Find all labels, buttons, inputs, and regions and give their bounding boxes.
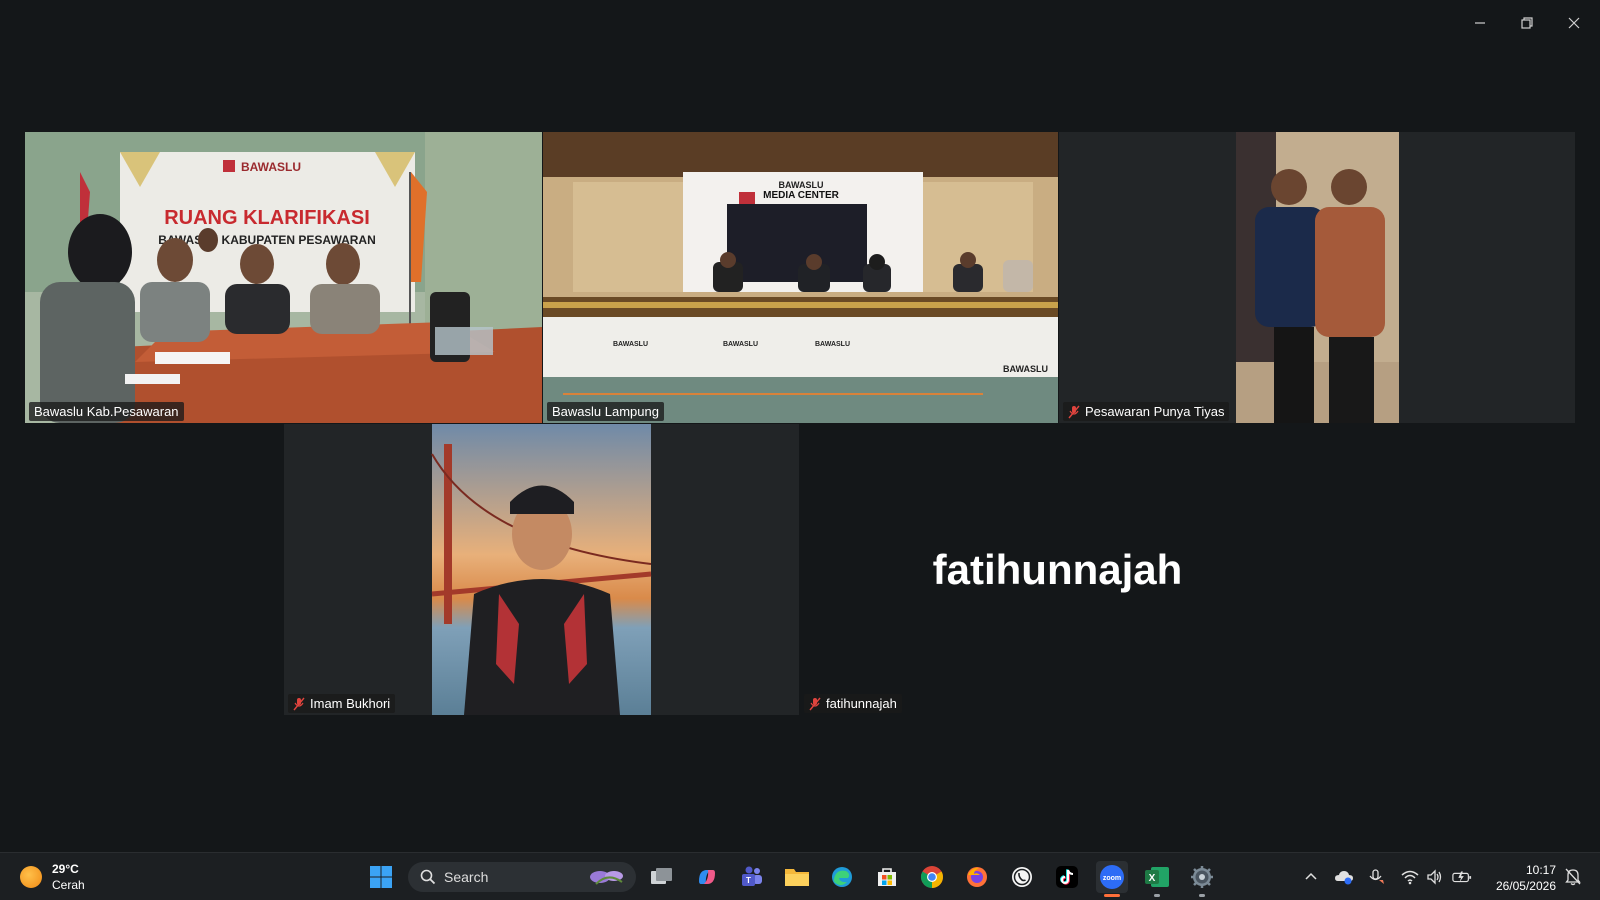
whatsapp-icon (1012, 867, 1032, 887)
taskbar-tiktok[interactable] (1051, 861, 1083, 893)
mic-muted-icon (1068, 405, 1080, 418)
notification-icon (1565, 868, 1581, 886)
search-placeholder: Search (444, 869, 489, 885)
excel-icon: X (1145, 867, 1169, 887)
taskbar-edge[interactable] (826, 861, 858, 893)
taskbar-file-explorer[interactable] (781, 861, 813, 893)
weather-temperature: 29°C (52, 862, 79, 876)
tray-volume[interactable] (1425, 867, 1445, 887)
desk-brand-text: BAWASLU (1003, 364, 1048, 374)
banner-brand: BAWASLU (241, 160, 301, 174)
tiktok-icon (1056, 866, 1078, 888)
taskbar-copilot[interactable] (691, 861, 723, 893)
video-feed (1059, 132, 1575, 423)
weather-widget[interactable]: 29°C Cerah (20, 861, 85, 893)
participant-display-name: fatihunnajah (932, 545, 1183, 593)
running-indicator (1154, 894, 1160, 897)
running-indicator (1199, 894, 1205, 897)
onedrive-icon (1335, 871, 1353, 885)
participant-name-label: fatihunnajah (804, 694, 902, 713)
mic-icon (1369, 869, 1384, 884)
video-tile-imam-bukhori[interactable]: Imam Bukhori (284, 424, 799, 715)
close-icon (1568, 17, 1580, 29)
video-tile-pesawaran-punya-tiyas[interactable]: Pesawaran Punya Tiyas (1059, 132, 1575, 423)
svg-text:zoom: zoom (1103, 875, 1121, 882)
mic-muted-icon (809, 697, 821, 710)
running-indicator (1104, 894, 1120, 897)
chrome-icon (921, 866, 943, 888)
edge-icon (832, 867, 852, 887)
start-button[interactable] (365, 861, 397, 893)
taskbar-clock[interactable]: 10:17 26/05/2026 (1488, 862, 1556, 894)
mic-muted-icon (293, 697, 305, 710)
svg-text:X: X (1149, 873, 1156, 884)
video-feed (284, 424, 799, 715)
taskbar-search[interactable]: Search (408, 862, 636, 892)
taskbar-firefox[interactable] (961, 861, 993, 893)
close-button[interactable] (1556, 10, 1592, 36)
minimize-button[interactable] (1462, 10, 1498, 36)
video-feed: BAWASLU RUANG KLARIFIKASI BAWASLU KABUPA… (25, 132, 542, 423)
svg-text:T: T (746, 876, 751, 885)
tray-wifi[interactable] (1400, 867, 1420, 887)
folder-icon (785, 869, 809, 886)
taskbar-teams[interactable]: T (736, 861, 768, 893)
participant-name-label: Bawaslu Kab.Pesawaran (29, 402, 184, 421)
media-brand: BAWASLU (779, 180, 824, 190)
chevron-up-icon (1305, 872, 1317, 880)
video-feed: BAWASLU MEDIA CENTER BAWASLU BAWASLU BAW… (543, 132, 1058, 423)
search-highlight-icon (590, 871, 623, 885)
taskbar-zoom[interactable]: zoom (1096, 861, 1128, 897)
video-tile-bawaslu-kab-pesawaran[interactable]: BAWASLU RUANG KLARIFIKASI BAWASLU KABUPA… (25, 132, 542, 423)
taskbar-chrome[interactable] (916, 861, 948, 893)
tray-onedrive[interactable] (1334, 867, 1354, 887)
video-tile-fatihunnajah[interactable]: fatihunnajah fatihunnajah (800, 424, 1315, 715)
clock-date: 26/05/2026 (1495, 879, 1556, 893)
tray-notifications[interactable] (1563, 867, 1583, 887)
taskbar-excel[interactable]: X (1141, 861, 1173, 897)
copilot-icon (699, 870, 715, 884)
minimize-icon (1475, 22, 1485, 24)
taskbar-store[interactable] (871, 861, 903, 893)
sun-icon (20, 866, 42, 888)
weather-condition: Cerah (52, 878, 85, 892)
windows-icon (370, 866, 392, 888)
media-center-title: MEDIA CENTER (763, 190, 840, 201)
participant-name-label: Pesawaran Punya Tiyas (1063, 402, 1230, 421)
battery-icon (1452, 871, 1472, 883)
video-tile-bawaslu-lampung[interactable]: BAWASLU MEDIA CENTER BAWASLU BAWASLU BAW… (543, 132, 1058, 423)
tray-battery[interactable] (1452, 867, 1472, 887)
clock-time: 10:17 (1525, 863, 1556, 877)
desk-brand-text: BAWASLU (723, 341, 758, 348)
participant-name-label: Bawaslu Lampung (547, 402, 664, 421)
taskbar: 29°C Cerah Search T zoom X 10:17 26/05/2… (0, 852, 1600, 900)
settings-gear-icon (1191, 866, 1213, 888)
desk-brand-text: BAWASLU (613, 341, 648, 348)
desk-brand-text: BAWASLU (815, 341, 850, 348)
restore-icon (1521, 17, 1533, 29)
taskbar-whatsapp[interactable] (1006, 861, 1038, 893)
taskbar-task-view[interactable] (646, 861, 678, 893)
taskbar-settings[interactable] (1186, 861, 1218, 897)
wifi-icon (1401, 870, 1419, 885)
store-icon (878, 868, 896, 886)
tray-overflow-button[interactable] (1301, 867, 1321, 887)
participant-name-label: Imam Bukhori (288, 694, 396, 713)
task-view-icon (651, 868, 672, 884)
search-icon (420, 869, 436, 885)
restore-button[interactable] (1509, 10, 1545, 36)
zoom-icon: zoom (1100, 865, 1124, 889)
volume-icon (1427, 869, 1442, 885)
banner-title: RUANG KLARIFIKASI (164, 207, 370, 229)
teams-icon: T (742, 866, 762, 886)
firefox-icon (967, 867, 987, 887)
tray-microphone[interactable] (1366, 867, 1386, 887)
